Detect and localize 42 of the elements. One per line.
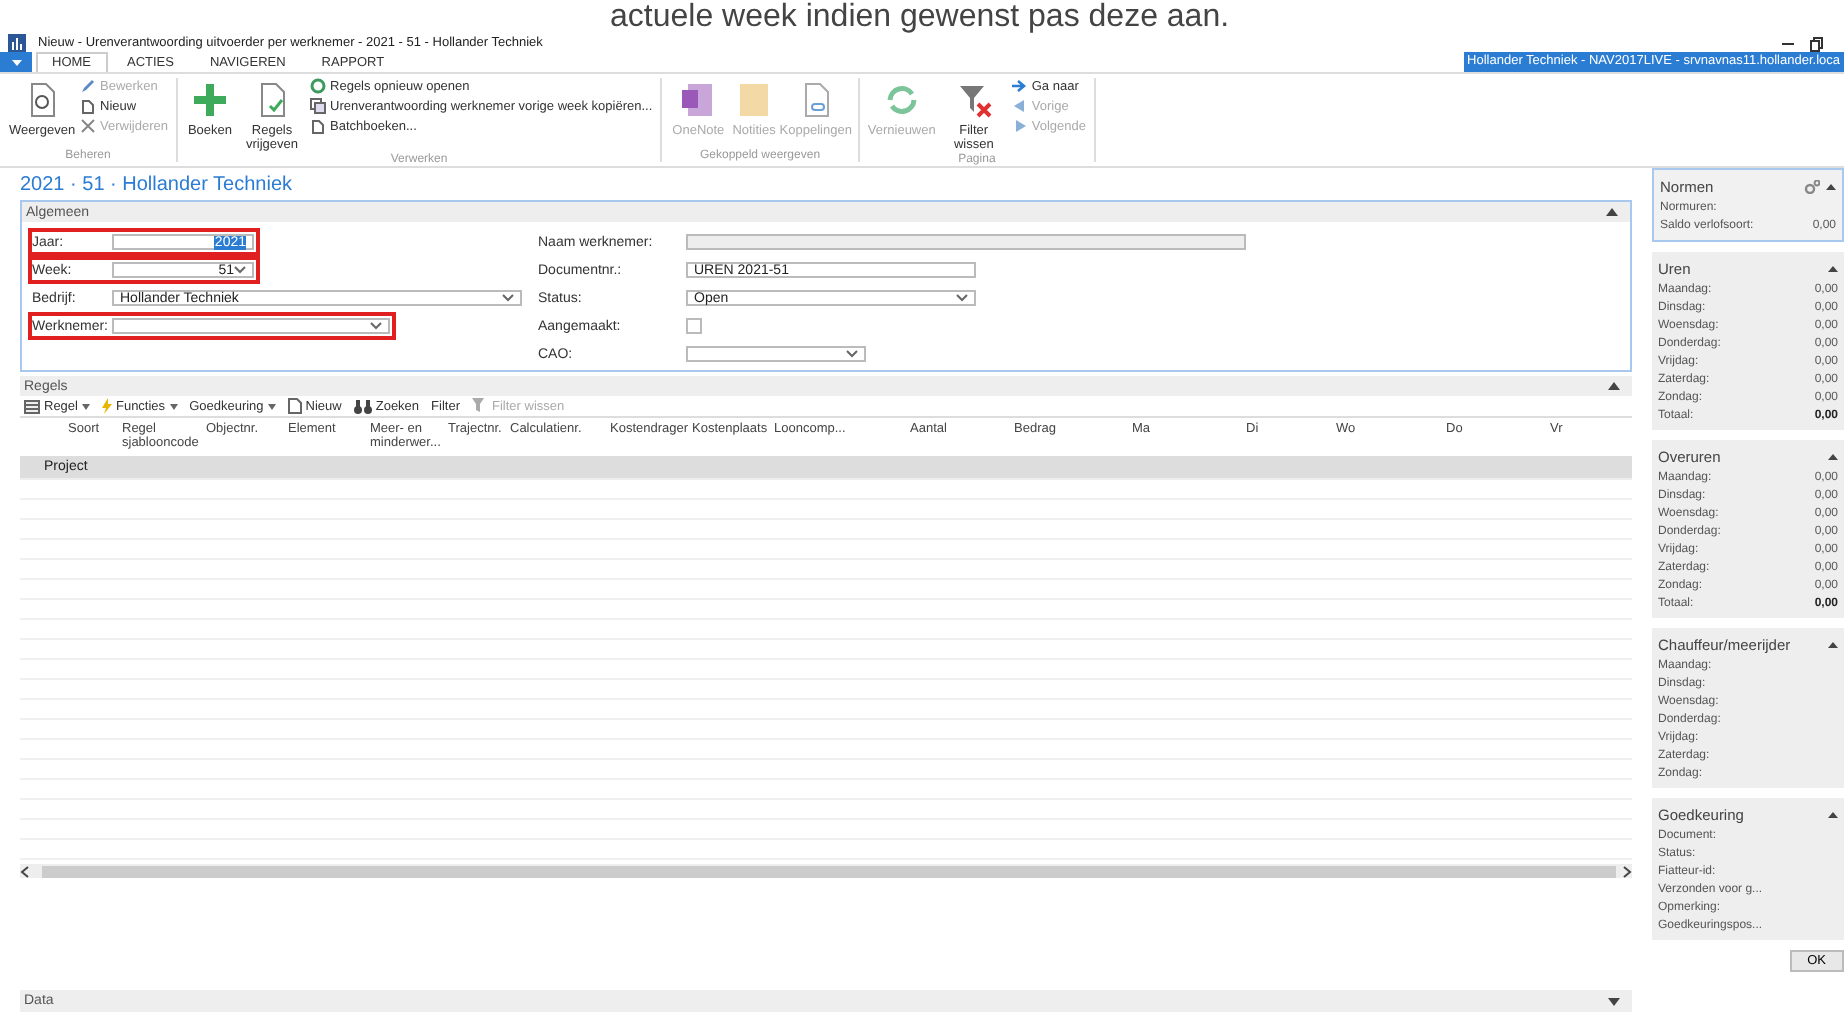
input-field[interactable] xyxy=(686,346,866,362)
collapse-icon[interactable] xyxy=(1828,265,1838,271)
caret-icon xyxy=(11,59,21,65)
app-menu-button[interactable] xyxy=(0,52,32,72)
refresh-icon xyxy=(310,78,327,94)
new-document-icon xyxy=(310,118,327,134)
collapse-icon[interactable] xyxy=(1608,382,1620,390)
scroll-right-icon[interactable] xyxy=(1622,865,1632,877)
input-field[interactable] xyxy=(686,234,1246,250)
collapse-icon[interactable] xyxy=(1826,183,1836,189)
arrow-icon xyxy=(1011,78,1028,94)
grid-icon xyxy=(24,399,40,413)
checkbox[interactable] xyxy=(686,318,702,334)
settings-icon[interactable] xyxy=(1804,179,1820,193)
caption-text: actuele week indien gewenst pas deze aan. xyxy=(608,0,1232,34)
restore-icon[interactable] xyxy=(1808,35,1824,51)
horizontal-scrollbar[interactable] xyxy=(20,864,1632,878)
collapse-icon[interactable] xyxy=(1828,811,1838,817)
scrollbar-thumb[interactable] xyxy=(42,865,1616,877)
copy-icon xyxy=(310,98,327,114)
binoculars-icon xyxy=(353,399,372,413)
pencil-icon xyxy=(80,78,96,94)
chevron-down-icon xyxy=(370,322,382,330)
chevron-down-icon xyxy=(956,294,968,302)
lightning-icon xyxy=(101,398,112,414)
page-title: 2021 · 51 · Hollander Techniek xyxy=(20,172,295,198)
input-field[interactable] xyxy=(112,318,390,334)
collapse-icon[interactable] xyxy=(1606,208,1618,216)
chevron-down-icon xyxy=(846,350,858,358)
delete-icon xyxy=(80,118,96,134)
collapse-icon[interactable] xyxy=(1828,641,1838,647)
plus-icon xyxy=(189,80,230,120)
triangle-left-icon xyxy=(1011,98,1028,114)
chevron-down-icon xyxy=(502,294,514,302)
collapse-icon[interactable] xyxy=(1828,453,1838,459)
app-icon xyxy=(8,34,26,52)
new-document-icon xyxy=(287,398,302,414)
triangle-right-icon xyxy=(1011,118,1028,134)
new-document-icon xyxy=(80,98,96,114)
expand-icon[interactable] xyxy=(1608,997,1620,1005)
chevron-down-icon xyxy=(234,266,246,274)
scroll-left-icon[interactable] xyxy=(20,865,30,877)
